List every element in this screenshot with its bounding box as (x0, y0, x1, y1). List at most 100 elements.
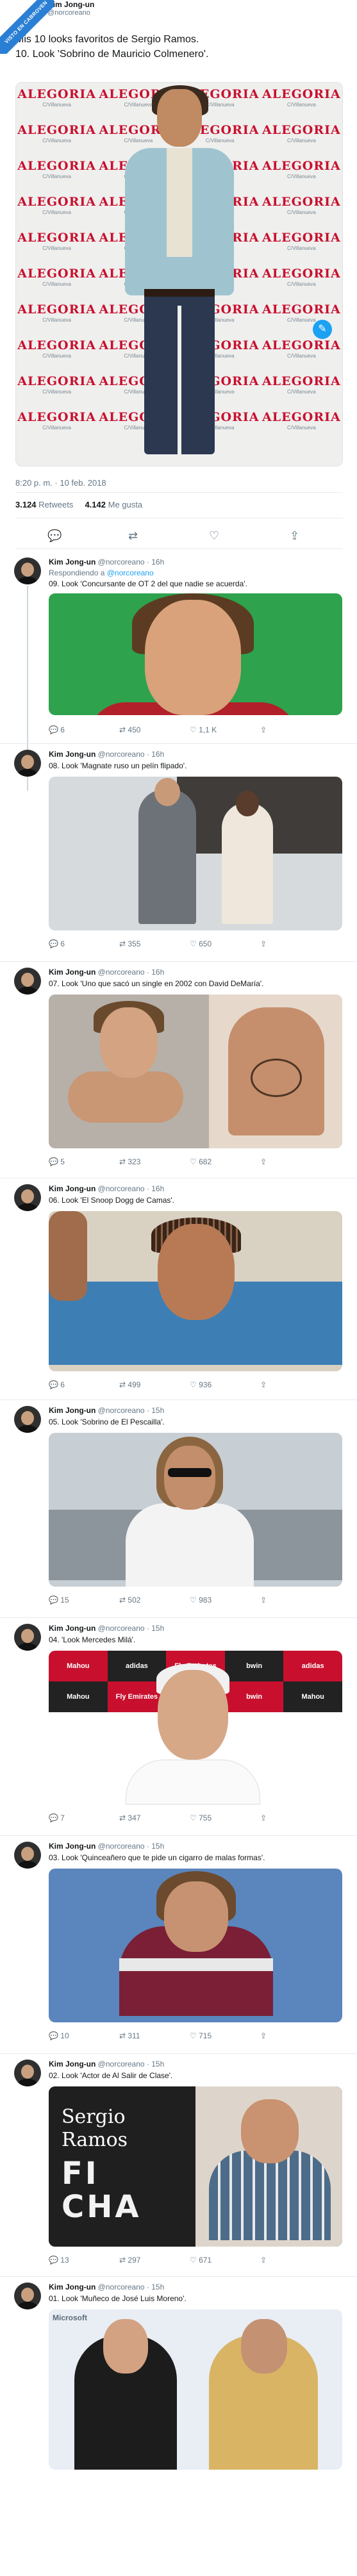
reply-icon[interactable]: 💬 6 (49, 939, 65, 948)
avatar[interactable] (14, 1406, 41, 1433)
reply-time[interactable]: 16h (151, 1184, 164, 1193)
divider (15, 492, 343, 493)
reply-icon[interactable]: 💬 (47, 529, 62, 543)
reply-time[interactable]: 15h (151, 1624, 164, 1633)
reply-time[interactable]: 15h (151, 2283, 164, 2291)
main-tweet-photo[interactable]: ALEGORIA C/Villanueva ALEGORIA C/Villanueva… (15, 82, 343, 466)
share-icon[interactable]: ⇪ (260, 1596, 267, 1605)
reply-time[interactable]: 15h (151, 1842, 164, 1851)
reply-photo[interactable]: Microsoft (49, 2309, 342, 2470)
reply-author[interactable]: Kim Jong-un (49, 750, 95, 759)
heart-icon[interactable]: ♡ 983 (190, 1596, 212, 1605)
reply-photo[interactable] (49, 1211, 342, 1371)
reply-photo[interactable] (49, 777, 342, 930)
heart-icon[interactable]: ♡ 650 (190, 939, 212, 948)
retweet-icon[interactable]: ⇄ (128, 529, 138, 543)
avatar[interactable] (14, 968, 41, 995)
reply-handle[interactable]: @norcoreano (98, 557, 145, 566)
retweet-label[interactable]: Retweets (38, 500, 73, 509)
retweet-icon[interactable]: ⇄ 323 (119, 1157, 140, 1166)
retweet-icon[interactable]: ⇄ 450 (119, 725, 140, 734)
reply-photo[interactable]: Sergio Ramos FI CHA (49, 2086, 342, 2247)
retweet-icon[interactable]: ⇄ 311 (119, 2031, 140, 2040)
share-icon[interactable]: ⇪ (260, 725, 267, 734)
reply-icon[interactable]: 💬 6 (49, 1380, 65, 1389)
reply-icon[interactable]: 💬 15 (49, 1596, 69, 1605)
reply-handle[interactable]: @norcoreano (98, 968, 145, 977)
reply-icon[interactable]: 💬 5 (49, 1157, 65, 1166)
share-icon[interactable]: ⇪ (260, 1380, 267, 1389)
share-icon[interactable]: ⇪ (260, 1157, 267, 1166)
reply-photo[interactable] (49, 593, 342, 715)
heart-icon[interactable]: ♡ 682 (190, 1157, 212, 1166)
share-icon[interactable]: ⇪ (260, 1813, 267, 1822)
reply-author[interactable]: Kim Jong-un (49, 968, 95, 977)
share-icon[interactable]: ⇪ (260, 939, 267, 948)
reply-text: 02. Look 'Actor de Al Salir de Clase'. (49, 2071, 173, 2080)
reply-time[interactable]: 15h (151, 2060, 164, 2068)
reply-handle[interactable]: @norcoreano (98, 2060, 145, 2068)
heart-icon[interactable]: ♡ 715 (190, 2031, 212, 2040)
divider (0, 2053, 357, 2054)
avatar[interactable] (14, 557, 41, 584)
avatar[interactable] (14, 2060, 41, 2086)
reply-time[interactable]: 16h (151, 557, 164, 566)
retweet-icon[interactable]: ⇄ 355 (119, 939, 140, 948)
sponsor-logo: ALEGORIAC/Villanueva (17, 302, 97, 323)
reply-photo[interactable] (49, 1433, 342, 1587)
reply-photo[interactable] (49, 1869, 342, 2022)
reply-handle[interactable]: @norcoreano (98, 1406, 145, 1415)
share-icon[interactable]: ⇪ (260, 2256, 267, 2265)
reply-time[interactable]: 16h (151, 750, 164, 759)
like-label[interactable]: Me gusta (108, 500, 142, 509)
heart-icon[interactable]: ♡ 671 (190, 2256, 212, 2265)
avatar[interactable] (14, 1624, 41, 1651)
author-handle[interactable]: @norcoreano (47, 9, 90, 17)
reply-time[interactable]: 16h (151, 968, 164, 977)
avatar[interactable] (14, 1842, 41, 1869)
reply-icon[interactable]: 💬 6 (49, 725, 65, 734)
poster-title: Sergio Ramos (62, 2106, 128, 2151)
reply-author[interactable]: Kim Jong-un (49, 1842, 95, 1851)
reply-handle[interactable]: @norcoreano (98, 750, 145, 759)
reply-icon[interactable]: 💬 7 (49, 1813, 65, 1822)
avatar[interactable] (14, 2283, 41, 2309)
retweet-count[interactable]: 3.124 (15, 500, 37, 509)
reply-photo[interactable]: MahouadidasFly EmiratesbwinadidasMahouFl… (49, 1651, 342, 1804)
reply-author[interactable]: Kim Jong-un (49, 557, 95, 566)
heart-icon[interactable]: ♡ 936 (190, 1380, 212, 1389)
reply-handle[interactable]: @norcoreano (98, 2283, 145, 2291)
pencil-icon[interactable]: ✎ (313, 320, 332, 339)
reply-author[interactable]: Kim Jong-un (49, 2060, 95, 2068)
reply-author[interactable]: Kim Jong-un (49, 1406, 95, 1415)
board-logo: bwin (224, 1681, 284, 1712)
replying-to-handle[interactable]: @norcoreano (107, 568, 154, 577)
reply-handle[interactable]: @norcoreano (98, 1184, 145, 1193)
tweet-timestamp[interactable]: 8:20 p. m. · 10 feb. 2018 (15, 478, 106, 488)
share-icon[interactable]: ⇪ (290, 529, 299, 543)
divider (0, 2276, 357, 2277)
reply-author[interactable]: Kim Jong-un (49, 2283, 95, 2291)
like-count[interactable]: 4.142 (85, 500, 106, 509)
reply-handle[interactable]: @norcoreano (98, 1842, 145, 1851)
reply-handle[interactable]: @norcoreano (98, 1624, 145, 1633)
avatar[interactable] (14, 1184, 41, 1211)
retweet-icon[interactable]: ⇄ 502 (119, 1596, 140, 1605)
avatar[interactable] (14, 750, 41, 777)
heart-icon[interactable]: ♡ 1,1 K (190, 725, 217, 734)
reply-photo[interactable] (49, 995, 342, 1148)
reply-icon[interactable]: 💬 13 (49, 2256, 69, 2265)
share-icon[interactable]: ⇪ (260, 2031, 267, 2040)
reply-author[interactable]: Kim Jong-un (49, 1184, 95, 1193)
author-name[interactable]: Kim Jong-un (47, 0, 94, 9)
reply-time[interactable]: 15h (151, 1406, 164, 1415)
heart-icon[interactable]: ♡ (209, 529, 219, 543)
heart-icon[interactable]: ♡ 755 (190, 1813, 212, 1822)
retweet-icon[interactable]: ⇄ 297 (119, 2256, 140, 2265)
sponsor-logo: ALEGORIAC/Villanueva (262, 267, 341, 287)
retweet-icon[interactable]: ⇄ 347 (119, 1813, 140, 1822)
reply-author[interactable]: Kim Jong-un (49, 1624, 95, 1633)
retweet-icon[interactable]: ⇄ 499 (119, 1380, 140, 1389)
reply-header: Kim Jong-un @norcoreano · 16h (49, 557, 165, 566)
reply-icon[interactable]: 💬 10 (49, 2031, 69, 2040)
